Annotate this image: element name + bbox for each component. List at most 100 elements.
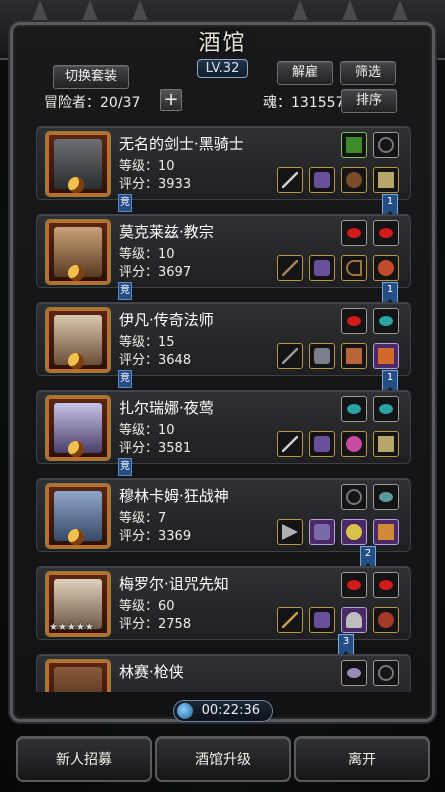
hero-name: 伊凡·传奇法师 xyxy=(119,311,214,329)
page-title: 酒馆 xyxy=(198,31,247,56)
team-flag: 1 xyxy=(382,370,398,392)
hero-portrait xyxy=(45,659,111,692)
accessory-slot[interactable] xyxy=(373,343,399,369)
hero-name: 莫克莱兹·教宗 xyxy=(119,223,214,241)
timer-text: 00:22:36 xyxy=(201,703,260,718)
arena-tag: 竞 xyxy=(118,458,132,476)
hero-portrait xyxy=(45,483,111,549)
accessory-slot[interactable] xyxy=(373,255,399,281)
weapon-slot[interactable] xyxy=(277,255,303,281)
hero-level: 等级：10 xyxy=(119,247,175,262)
accessory-slot[interactable] xyxy=(373,607,399,633)
arena-tag: 竞 xyxy=(118,282,132,300)
hero-portrait xyxy=(45,307,111,373)
weapon-slot[interactable] xyxy=(277,519,303,545)
hero-score: 评分：3933 xyxy=(119,177,192,192)
team-flag: 1 xyxy=(382,282,398,304)
rune-slot[interactable] xyxy=(373,132,399,158)
soul-count: 魂：131557 xyxy=(263,95,345,111)
rune-slot[interactable] xyxy=(373,308,399,334)
tavern-level-badge: LV.32 xyxy=(196,59,249,78)
hero-card[interactable]: 林赛·枪侠 xyxy=(36,654,411,692)
armor-slot[interactable] xyxy=(309,607,335,633)
hero-portrait: ★★★★★ xyxy=(45,571,111,637)
accessory-slot[interactable] xyxy=(373,167,399,193)
hero-stars: ★★★★★ xyxy=(49,622,94,633)
hero-card[interactable]: 伊凡·传奇法师 等级：15 评分：3648 xyxy=(36,302,411,376)
rune-slot[interactable] xyxy=(373,572,399,598)
hero-score: 评分：3697 xyxy=(119,265,192,280)
moon-icon xyxy=(68,441,84,457)
moon-icon xyxy=(68,265,84,281)
helmet-slot[interactable] xyxy=(341,607,367,633)
hero-level: 等级：10 xyxy=(119,423,175,438)
accessory-slot[interactable] xyxy=(341,431,367,457)
team-flag: 1 xyxy=(382,194,398,216)
hero-score: 评分：2758 xyxy=(119,617,192,632)
weapon-slot[interactable] xyxy=(277,167,303,193)
rune-slot[interactable] xyxy=(341,308,367,334)
armor-slot[interactable] xyxy=(309,343,335,369)
clock-icon xyxy=(177,703,193,719)
moon-icon xyxy=(68,529,84,545)
add-slot-button[interactable]: + xyxy=(160,89,182,111)
armor-slot[interactable] xyxy=(309,167,335,193)
weapon-slot[interactable] xyxy=(277,607,303,633)
armor-slot[interactable] xyxy=(309,431,335,457)
rune-slot[interactable] xyxy=(373,396,399,422)
hero-level: 等级：10 xyxy=(119,159,175,174)
hero-score: 评分：3648 xyxy=(119,353,192,368)
hero-name: 穆林卡姆·狂战神 xyxy=(119,487,229,505)
rune-slot[interactable] xyxy=(341,484,367,510)
rune-slot[interactable] xyxy=(373,220,399,246)
hero-name: 扎尔瑞娜·夜莺 xyxy=(119,399,214,417)
recruit-button[interactable]: 新人招募 xyxy=(16,736,152,782)
hero-card[interactable]: 莫克莱兹·教宗 等级：10 评分：3697 xyxy=(36,214,411,288)
title-plate: 酒馆 LV.32 xyxy=(175,25,270,78)
hero-portrait xyxy=(45,219,111,285)
dismiss-button[interactable]: 解雇 xyxy=(277,61,333,85)
adventurer-count: 冒险者：20/37 xyxy=(44,95,141,111)
refresh-timer: 00:22:36 xyxy=(173,700,273,722)
armor-slot[interactable] xyxy=(309,519,335,545)
sort-button[interactable]: 排序 xyxy=(341,89,397,113)
hero-portrait xyxy=(45,395,111,461)
accessory-slot[interactable] xyxy=(373,431,399,457)
hero-name: 林赛·枪侠 xyxy=(119,663,184,681)
armor-slot[interactable] xyxy=(309,255,335,281)
arena-tag: 竞 xyxy=(118,370,132,388)
hero-card[interactable]: ★★★★★ 梅罗尔·诅咒先知 等级：60 评分：2758 xyxy=(36,566,411,640)
hero-level: 等级：15 xyxy=(119,335,175,350)
rune-slot[interactable] xyxy=(341,660,367,686)
bow-slot[interactable] xyxy=(341,255,367,281)
hero-card[interactable]: 穆林卡姆·狂战神 等级：7 评分：3369 xyxy=(36,478,411,552)
filter-button[interactable]: 筛选 xyxy=(340,61,396,85)
weapon-slot[interactable] xyxy=(277,343,303,369)
hero-list[interactable]: 无名的剑士·黑骑士 等级：10 评分：3933 竞 1 莫克莱兹·教宗 等级：1… xyxy=(30,122,415,692)
leave-button[interactable]: 离开 xyxy=(294,736,430,782)
rune-slot[interactable] xyxy=(373,660,399,686)
hero-portrait xyxy=(45,131,111,197)
rune-slot[interactable] xyxy=(373,484,399,510)
weapon-slot[interactable] xyxy=(277,431,303,457)
rune-slot[interactable] xyxy=(341,396,367,422)
switch-outfit-button[interactable]: 切换套装 xyxy=(53,65,129,89)
accessory-slot[interactable] xyxy=(341,519,367,545)
upgrade-tavern-button[interactable]: 酒馆升级 xyxy=(155,736,291,782)
arena-tag: 竞 xyxy=(118,194,132,212)
hero-card[interactable]: 扎尔瑞娜·夜莺 等级：10 评分：3581 xyxy=(36,390,411,464)
moon-icon xyxy=(68,177,84,193)
boots-slot[interactable] xyxy=(341,343,367,369)
hero-score: 评分：3581 xyxy=(119,441,192,456)
accessory-slot[interactable] xyxy=(373,519,399,545)
hero-name: 梅罗尔·诅咒先知 xyxy=(119,575,229,593)
rune-slot[interactable] xyxy=(341,132,367,158)
team-flag: 2 xyxy=(360,546,376,568)
hero-level: 等级：7 xyxy=(119,511,167,526)
rune-slot[interactable] xyxy=(341,572,367,598)
rune-slot[interactable] xyxy=(341,220,367,246)
boots-slot[interactable] xyxy=(341,167,367,193)
hero-name: 无名的剑士·黑骑士 xyxy=(119,135,244,153)
hero-card[interactable]: 无名的剑士·黑骑士 等级：10 评分：3933 xyxy=(36,126,411,200)
team-flag: 3 xyxy=(338,634,354,656)
